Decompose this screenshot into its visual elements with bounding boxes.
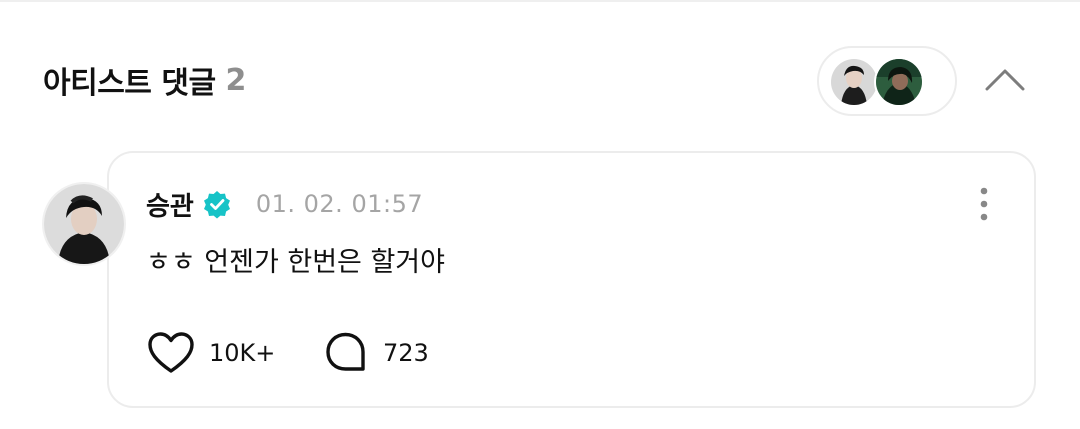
- reply-count: 723: [383, 339, 429, 367]
- artist-avatar-1: [829, 57, 879, 107]
- artist-avatar-group[interactable]: [817, 46, 957, 116]
- speech-bubble-icon: [326, 332, 365, 371]
- top-divider: [0, 0, 1080, 2]
- artist-comments-section: 아티스트 댓글 2 승관 01. 02. 01:57 ㅎㅎ 언젠가 한번은 할거…: [0, 0, 1080, 429]
- like-count: 10K+: [209, 339, 276, 367]
- comment-meta: 승관 01. 02. 01:57: [146, 186, 423, 222]
- section-count: 2: [225, 62, 247, 98]
- more-vertical-icon: [980, 187, 988, 221]
- author-name[interactable]: 승관: [146, 186, 194, 223]
- comment-time: 01. 02. 01:57: [255, 190, 424, 218]
- heart-icon: [148, 332, 194, 373]
- comment-author-avatar[interactable]: [42, 182, 126, 266]
- like-button[interactable]: 10K+: [147, 329, 275, 377]
- collapse-button[interactable]: [980, 60, 1030, 100]
- reply-button[interactable]: 723: [323, 329, 429, 377]
- section-title: 아티스트 댓글: [43, 66, 216, 101]
- section-header: 아티스트 댓글 2: [43, 57, 246, 103]
- chevron-up-icon: [985, 69, 1025, 91]
- comment-text: ㅎㅎ 언젠가 한번은 할거야: [146, 247, 445, 278]
- more-options-button[interactable]: [968, 182, 1000, 226]
- artist-avatar-2: [874, 57, 924, 107]
- verified-badge-icon: [203, 191, 230, 219]
